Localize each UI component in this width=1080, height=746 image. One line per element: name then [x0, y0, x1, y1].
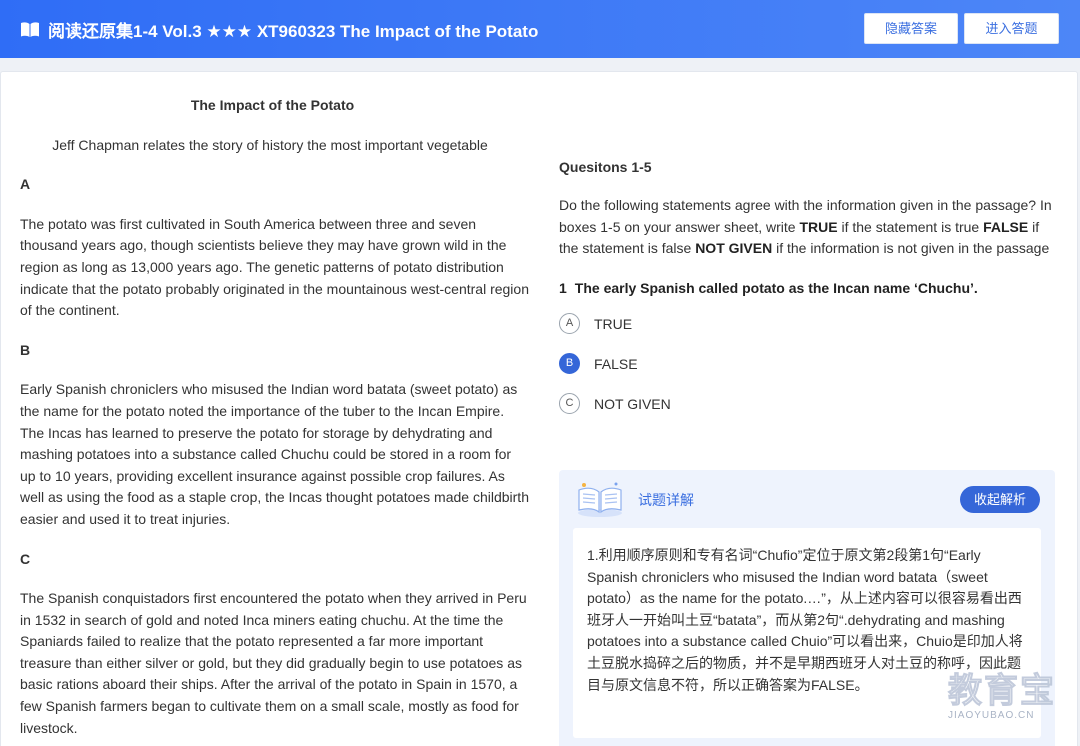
- section-paragraph-b: Early Spanish chroniclers who misused th…: [20, 381, 529, 527]
- section-letter-b: B: [20, 341, 31, 358]
- option-true[interactable]: A TRUE: [559, 312, 1059, 336]
- site-watermark: 教育宝 JIAOYUBAO.CN: [948, 672, 1066, 724]
- option-label[interactable]: FALSE: [594, 356, 638, 372]
- instr-text-2: if the statement is true: [837, 218, 984, 235]
- questions-heading: Quesitons 1-5: [559, 159, 652, 175]
- passage-title: The Impact of the Potato: [190, 97, 355, 113]
- section-letter-a: A: [20, 176, 31, 193]
- section-paragraph-a: The potato was first cultivated in South…: [20, 215, 529, 319]
- questions-instructions: Do the following statements agree with t…: [559, 195, 1059, 260]
- section-letter-c: C: [20, 550, 31, 567]
- hide-answer-button[interactable]: 隐藏答案: [864, 13, 958, 44]
- option-letter-circle[interactable]: C: [559, 393, 580, 415]
- instr-text-4: if the information is not given in the p…: [772, 240, 1050, 257]
- instr-true-keyword: TRUE: [799, 218, 838, 235]
- instr-false-keyword: FALSE: [983, 218, 1029, 235]
- section-paragraph-c: The Spanish conquistadors first encounte…: [20, 590, 527, 736]
- analysis-title: 试题详解: [638, 492, 694, 508]
- option-label[interactable]: NOT GIVEN: [594, 396, 671, 412]
- option-not-given[interactable]: C NOT GIVEN: [559, 392, 1059, 416]
- enter-answer-button[interactable]: 进入答题: [964, 13, 1059, 44]
- passage-subtitle: Jeff Chapman relates the story of histor…: [52, 136, 488, 153]
- open-book-icon: [575, 480, 625, 520]
- watermark-domain: JIAOYUBAO.CN: [948, 710, 1035, 721]
- page-title: 阅读还原集1-4 Vol.3 ★★★ XT960323 The Impact o…: [48, 22, 539, 41]
- option-label[interactable]: TRUE: [594, 316, 632, 332]
- question-item: 1 The early Spanish called potato as the …: [559, 278, 1059, 298]
- question-number: 1: [559, 279, 567, 296]
- instr-not-given-keyword: NOT GIVEN: [695, 240, 773, 257]
- question-text: The early Spanish called potato as the I…: [574, 279, 978, 296]
- questions-panel: Quesitons 1-5 Do the following statement…: [559, 157, 1059, 432]
- option-letter-circle[interactable]: A: [559, 313, 580, 335]
- reading-passage: The Impact of the Potato Jeff Chapman re…: [20, 95, 530, 746]
- header-bar: 阅读还原集1-4 Vol.3 ★★★ XT960323 The Impact o…: [0, 0, 1080, 58]
- option-false[interactable]: B FALSE: [559, 352, 1059, 376]
- collapse-analysis-button[interactable]: 收起解析: [960, 486, 1040, 513]
- header-title-group: 阅读还原集1-4 Vol.3 ★★★ XT960323 The Impact o…: [20, 17, 538, 42]
- book-icon: [20, 21, 40, 39]
- option-letter-circle[interactable]: B: [559, 353, 580, 375]
- watermark-logo: 教育宝: [948, 672, 1056, 711]
